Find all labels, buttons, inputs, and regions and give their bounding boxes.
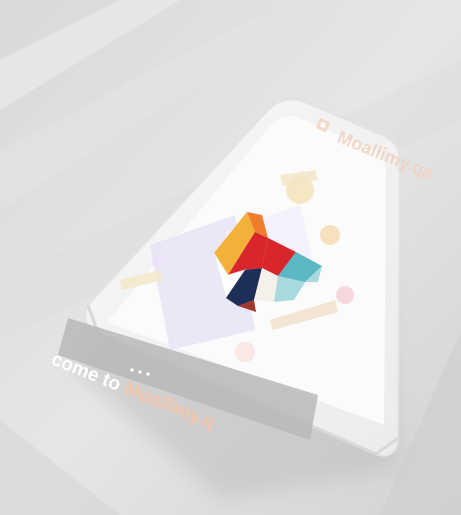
phone-mockup-scene [0,0,461,515]
mockup-stage: Moallimy.qa come to Moallimy.q [0,0,461,515]
illustration-blob [320,225,340,245]
illustration-blob [336,286,354,304]
illustration-blob [235,342,255,362]
illustration-blob [152,254,168,270]
